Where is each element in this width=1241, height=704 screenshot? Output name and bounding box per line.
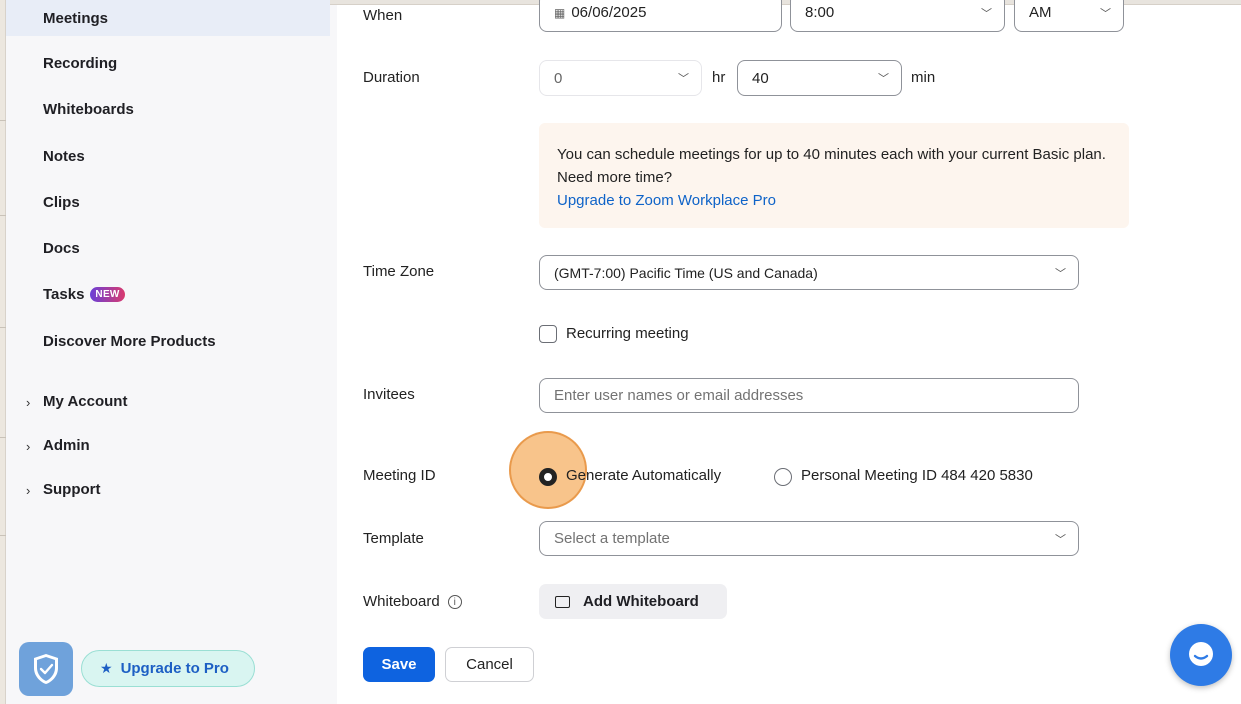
sidebar-item-label: Notes: [43, 148, 85, 165]
sidebar-item-clips[interactable]: Clips: [43, 194, 80, 211]
chat-bubble-icon: [1189, 642, 1213, 666]
info-icon[interactable]: i: [447, 595, 462, 610]
sidebar-item-meetings[interactable]: Meetings: [6, 0, 330, 36]
ampm-value: AM: [1029, 4, 1052, 21]
minutes-unit: min: [911, 69, 936, 86]
personal-meeting-id-label: Personal Meeting ID 484 420 5830: [801, 467, 1033, 484]
upgrade-to-pro-button[interactable]: ★ Upgrade to Pro: [81, 650, 255, 687]
sidebar-item-notes[interactable]: Notes: [43, 148, 85, 165]
upgrade-link[interactable]: Upgrade to Zoom Workplace Pro: [557, 189, 1111, 212]
ampm-select[interactable]: AM ﹀: [1014, 0, 1124, 32]
chevron-down-icon: ﹀: [678, 73, 689, 85]
generate-automatically-radio[interactable]: [539, 468, 557, 486]
security-shield-button[interactable]: [19, 642, 73, 696]
chevron-down-icon: ﹀: [981, 7, 992, 20]
minutes-value: 40: [752, 69, 769, 87]
whiteboard-label-row: Whiteboard i: [363, 593, 462, 610]
sidebar-item-tasks[interactable]: Tasks NEW: [43, 286, 125, 303]
chat-support-button[interactable]: [1170, 624, 1232, 686]
sidebar: Meetings Recording Whiteboards Notes Cli…: [6, 0, 337, 704]
sidebar-item-label: Discover More Products: [43, 333, 216, 350]
timezone-value: (GMT-7:00) Pacific Time (US and Canada): [554, 264, 818, 281]
date-value: 06/06/2025: [571, 4, 647, 21]
chevron-right-icon: ›: [26, 395, 31, 410]
hours-value: 0: [554, 69, 563, 87]
template-placeholder: Select a template: [554, 530, 670, 547]
invitees-placeholder: Enter user names or email addresses: [554, 387, 804, 404]
hours-unit: hr: [712, 69, 726, 86]
generate-automatically-label: Generate Automatically: [566, 467, 722, 484]
chevron-down-icon: ﹀: [1055, 533, 1066, 546]
sidebar-item-label: Docs: [43, 240, 80, 257]
sidebar-item-label: Recording: [43, 55, 118, 72]
sidebar-group-label: Support: [43, 481, 101, 498]
chevron-down-icon: ﹀: [1055, 267, 1066, 280]
meeting-id-label: Meeting ID: [363, 467, 436, 484]
star-icon: ★: [100, 660, 113, 676]
whiteboard-icon: [555, 595, 570, 608]
sidebar-item-docs[interactable]: Docs: [43, 240, 80, 257]
invitees-input[interactable]: Enter user names or email addresses: [539, 378, 1079, 413]
sidebar-group-label: Admin: [43, 437, 90, 454]
time-value: 8:00: [805, 4, 835, 21]
date-picker[interactable]: ▦ 06/06/2025: [539, 0, 782, 32]
chevron-down-icon: ﹀: [878, 73, 889, 85]
chevron-down-icon: ﹀: [1100, 7, 1111, 20]
sidebar-item-label: Meetings: [43, 9, 109, 27]
template-select[interactable]: Select a template ﹀: [539, 521, 1079, 556]
whiteboard-label: Whiteboard: [363, 593, 440, 610]
shield-check-icon: [34, 654, 58, 684]
template-label: Template: [363, 530, 424, 547]
sidebar-item-label: Whiteboards: [43, 101, 134, 118]
duration-minutes-select[interactable]: 40 ﹀: [737, 60, 902, 96]
sidebar-item-recording[interactable]: Recording: [43, 55, 117, 72]
notice-text: You can schedule meetings for up to 40 m…: [557, 146, 1106, 186]
timezone-label: Time Zone: [363, 263, 435, 280]
schedule-meeting-form: When ▦ 06/06/2025 8:00 ﹀ AM ﹀ Duration 0…: [337, 0, 1241, 704]
sidebar-item-label: Clips: [43, 194, 80, 211]
sidebar-group-admin[interactable]: Admin: [43, 437, 90, 454]
sidebar-group-my-account[interactable]: My Account: [43, 393, 127, 410]
duration-hours-select[interactable]: 0 ﹀: [539, 60, 702, 96]
save-button[interactable]: Save: [363, 647, 435, 682]
when-label: When: [363, 7, 403, 24]
sidebar-item-label: Tasks: [43, 286, 85, 303]
add-whiteboard-button[interactable]: Add Whiteboard: [539, 584, 727, 619]
personal-meeting-id-radio[interactable]: [774, 468, 792, 486]
sidebar-item-whiteboards[interactable]: Whiteboards: [43, 101, 134, 118]
time-select[interactable]: 8:00 ﹀: [790, 0, 1005, 32]
plan-limit-notice: You can schedule meetings for up to 40 m…: [539, 123, 1129, 228]
recurring-label: Recurring meeting: [566, 325, 689, 342]
invitees-label: Invitees: [363, 386, 415, 403]
sidebar-group-label: My Account: [43, 393, 128, 410]
timezone-select[interactable]: (GMT-7:00) Pacific Time (US and Canada) …: [539, 255, 1079, 290]
chevron-right-icon: ›: [26, 483, 31, 498]
recurring-checkbox[interactable]: [539, 325, 557, 343]
cancel-button[interactable]: Cancel: [445, 647, 534, 682]
upgrade-label: Upgrade to Pro: [120, 660, 229, 677]
chevron-right-icon: ›: [26, 439, 31, 454]
duration-label: Duration: [363, 69, 420, 86]
new-badge: NEW: [90, 287, 125, 302]
sidebar-item-discover-more[interactable]: Discover More Products: [43, 333, 216, 350]
add-whiteboard-label: Add Whiteboard: [583, 593, 699, 610]
calendar-icon: ▦: [554, 5, 566, 20]
sidebar-group-support[interactable]: Support: [43, 481, 101, 498]
